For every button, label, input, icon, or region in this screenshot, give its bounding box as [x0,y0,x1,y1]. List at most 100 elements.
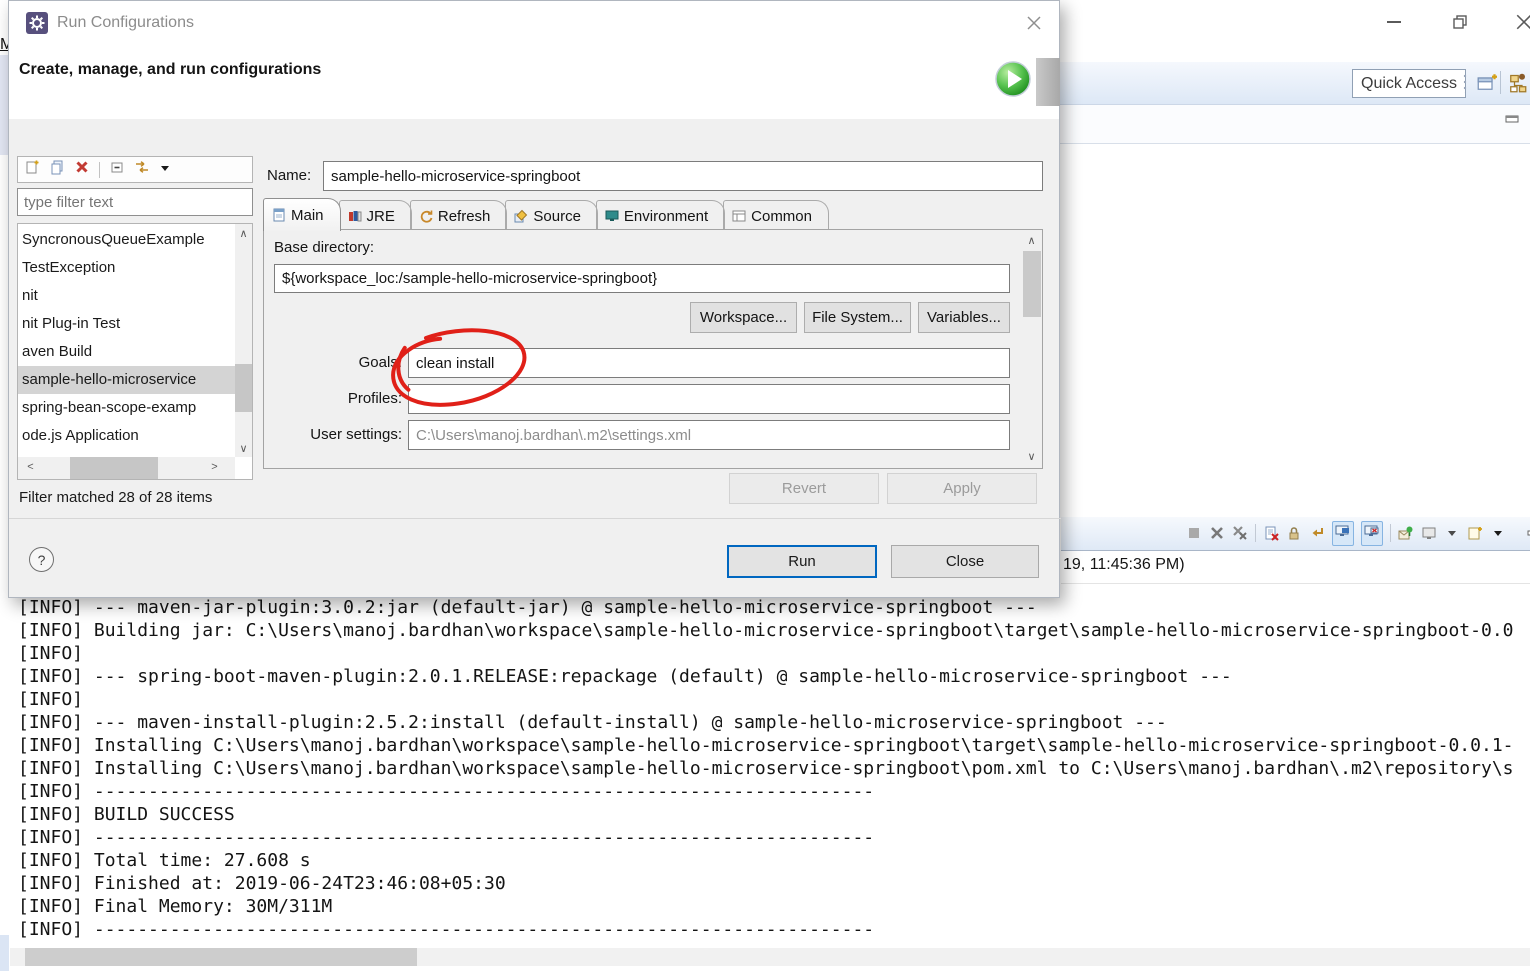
form-vertical-scrollbar[interactable]: ∧ ∨ [1023,231,1041,467]
open-perspective-button[interactable] [1477,73,1497,98]
java-perspective-button[interactable] [1507,73,1527,98]
tab-label: Main [291,207,324,224]
list-item-selected[interactable]: sample-hello-microservice [18,366,235,394]
duplicate-icon[interactable] [49,159,65,180]
console-line: [INFO] [18,688,1530,711]
scroll-up-icon[interactable]: ∧ [235,227,252,240]
minimize-editor-button[interactable] [1505,112,1520,130]
pin-console-icon[interactable] [1398,525,1414,541]
apply-button[interactable]: Apply [887,473,1037,504]
banner-gray-block [1036,58,1060,106]
toolbar-separator [1390,524,1391,542]
console-line: [INFO] --- spring-boot-maven-plugin:2.0.… [18,665,1530,688]
clear-console-icon[interactable] [1263,525,1279,541]
display-selected-console-icon[interactable] [1421,525,1437,541]
delete-icon[interactable] [74,159,90,180]
show-console-on-output-icon [1335,523,1351,539]
red-annotation-circle [377,321,547,421]
scroll-right-icon[interactable]: > [206,461,223,473]
run-configurations-dialog-icon [26,12,48,34]
java-perspective-icon [1507,73,1527,93]
console-output[interactable]: [INFO] --- maven-jar-plugin:3.0.2:jar (d… [18,596,1530,941]
list-item[interactable]: aven Build [18,338,235,366]
gear-icon [29,15,45,31]
minimize-view-icon[interactable] [1525,525,1530,541]
scroll-down-icon[interactable]: ∨ [1023,450,1040,463]
scroll-up-icon[interactable]: ∧ [1023,234,1040,247]
list-horizontal-scrollbar[interactable]: < > [18,457,235,479]
tab-main[interactable]: Main [263,198,341,231]
refresh-tab-icon [419,209,433,223]
console-toolbar [1186,520,1530,546]
list-item[interactable]: spring-bean-scope-examp [18,394,235,422]
console-line: [INFO] Final Memory: 30M/311M [18,895,1530,918]
list-vertical-scrollbar[interactable]: ∧ ∨ [235,224,252,457]
configurations-list[interactable]: SyncronousQueueExample TestException nit… [17,223,253,480]
show-console-on-error-icon [1364,523,1380,539]
word-wrap-icon[interactable] [1309,525,1325,541]
open-console-icon[interactable] [1467,525,1483,541]
close-button[interactable]: Close [891,545,1039,578]
window-close-button[interactable] [1504,6,1530,38]
workspace-button[interactable]: Workspace... [690,302,797,333]
list-item[interactable]: SyncronousQueueExample [18,226,235,254]
scroll-down-icon[interactable]: ∨ [235,442,252,455]
quick-access-box[interactable]: Quick Access [1352,69,1466,98]
filter-launch-icon[interactable] [134,159,150,180]
base-directory-input[interactable] [274,264,1010,293]
console-title-underline [1061,583,1530,584]
filter-status: Filter matched 28 of 28 items [19,489,212,506]
jre-tab-icon [348,209,362,223]
dialog-close-button[interactable] [1017,9,1051,37]
show-console-on-output-toggle[interactable] [1332,521,1354,546]
new-configuration-icon[interactable] [24,159,40,180]
user-settings-label: User settings: [264,426,402,443]
open-console-caret-icon[interactable] [1490,525,1506,541]
console-line: [INFO] [18,642,1530,665]
toolbar-separator [1500,71,1501,94]
background-left-strip-bottom [0,935,9,971]
revert-button[interactable]: Revert [729,473,879,504]
window-restore-button[interactable] [1438,6,1482,38]
run-configurations-dialog: Run Configurations Create, manage, and r… [8,0,1060,598]
tab-refresh[interactable]: Refresh [410,200,508,231]
tab-jre[interactable]: JRE [339,200,412,231]
menu-caret-icon[interactable] [159,161,171,179]
console-horizontal-scrollbar-thumb[interactable] [25,948,417,966]
remove-all-launches-icon[interactable] [1232,525,1248,541]
tab-common[interactable]: Common [723,200,829,231]
scroll-left-icon[interactable]: < [22,461,39,473]
show-console-on-error-toggle[interactable] [1361,521,1383,546]
tab-environment[interactable]: Environment [596,200,725,231]
collapse-all-icon[interactable] [109,159,125,180]
scroll-lock-icon[interactable] [1286,525,1302,541]
name-label: Name: [267,167,311,184]
console-line: [INFO] --- maven-jar-plugin:3.0.2:jar (d… [18,596,1530,619]
clipped-menu-text: M [0,36,8,54]
list-vertical-scrollbar-thumb[interactable] [235,364,252,412]
remove-launch-icon[interactable] [1209,525,1225,541]
list-item[interactable]: nit [18,282,235,310]
console-line: [INFO] ---------------------------------… [18,918,1530,941]
window-minimize-button[interactable] [1372,6,1416,38]
list-item[interactable]: ode.js Application [18,422,235,450]
file-system-button[interactable]: File System... [804,302,911,333]
filter-input[interactable] [17,188,253,216]
toolbar-separator [1255,524,1256,542]
help-button[interactable]: ? [29,547,54,572]
list-horizontal-scrollbar-thumb[interactable] [70,457,158,479]
main-tab-icon [272,208,286,222]
console-caret-icon[interactable] [1444,525,1460,541]
run-button[interactable]: Run [727,545,877,578]
variables-button[interactable]: Variables... [918,302,1010,333]
console-line: [INFO] ---------------------------------… [18,826,1530,849]
tab-label: Common [751,208,812,225]
list-item[interactable]: nit Plug-in Test [18,310,235,338]
console-line: [INFO] ---------------------------------… [18,780,1530,803]
name-input[interactable] [323,161,1043,191]
tab-source[interactable]: Source [505,200,598,231]
list-item[interactable]: TestException [18,254,235,282]
terminate-icon[interactable] [1186,525,1202,541]
form-vertical-scrollbar-thumb[interactable] [1023,251,1041,317]
user-settings-input[interactable] [408,420,1010,450]
